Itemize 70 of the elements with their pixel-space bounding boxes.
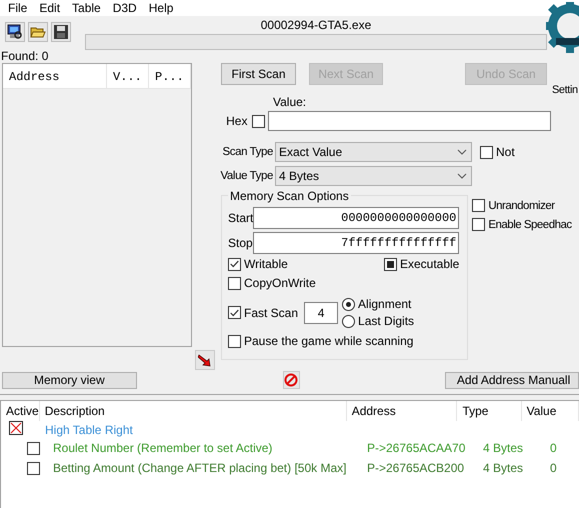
caret-icon[interactable] <box>457 149 467 155</box>
found-count: Found: 0 <box>0 50 50 63</box>
value-label: Value: <box>273 95 308 109</box>
start-field[interactable]: 0000000000000000 <box>253 207 460 229</box>
column-header[interactable]: P... <box>149 64 191 88</box>
process-title: 00002994-GTA5.exe <box>260 18 372 32</box>
process-icon[interactable] <box>5 22 25 42</box>
menu-item[interactable]: Table <box>66 1 107 15</box>
start-label: Start <box>228 211 254 225</box>
column-header[interactable]: Type <box>457 401 522 421</box>
memory-view-button[interactable]: Memory view <box>2 372 137 388</box>
value-cell-text: 0 <box>549 441 557 455</box>
not-checkbox[interactable] <box>480 146 493 158</box>
add-address-button[interactable]: Add Address Manuall <box>444 372 579 388</box>
active-checkbox[interactable] <box>27 462 40 474</box>
caret-icon[interactable] <box>457 173 467 179</box>
fast-scan-checkbox[interactable] <box>228 306 241 319</box>
group-title: Memory Scan Options <box>228 189 351 203</box>
hex-checkbox[interactable] <box>252 114 266 128</box>
stop-field[interactable]: 7fffffffffffffff <box>253 232 460 254</box>
option-checkbox[interactable] <box>472 199 486 212</box>
scan-type-label: Scan Type <box>221 146 273 158</box>
menu-item[interactable]: File <box>2 1 34 15</box>
value-cell-text: 0 <box>549 461 557 475</box>
column-header[interactable]: Description <box>40 401 347 421</box>
option-checkbox[interactable] <box>472 218 486 231</box>
radio-label: Last Digits <box>358 314 414 328</box>
not-label: Not <box>496 145 515 159</box>
value-type-label: Value Type <box>220 170 273 182</box>
save-icon[interactable] <box>51 22 71 42</box>
radio-button[interactable] <box>342 314 356 328</box>
option-label: Executable <box>400 257 460 271</box>
type-cell-text: 4 Bytes <box>482 461 524 475</box>
stop-label: Stop <box>228 236 253 250</box>
option-label: Unrandomizer <box>488 200 555 212</box>
pause-label: Pause the game while scanning <box>244 334 414 348</box>
results-list[interactable]: Address V... P... <box>2 63 192 347</box>
scan-type-dropdown[interactable]: Exact Value <box>275 142 472 162</box>
address-cell-text: P->26765ACB200 <box>366 461 466 475</box>
hex-label: Hex <box>225 114 248 128</box>
active-checkbox[interactable] <box>27 442 40 454</box>
entry-description[interactable]: Betting Amount (Change AFTER placing bet) [50k Max] <box>41 461 363 475</box>
column-header[interactable]: V... <box>107 64 149 88</box>
fast-scan-label: Fast Scan <box>244 306 298 320</box>
scan-button[interactable]: First Scan <box>221 63 296 85</box>
checkbox[interactable] <box>228 276 241 290</box>
option-label: Writable <box>244 257 288 271</box>
radio-label: Alignment <box>358 297 412 311</box>
menu-item[interactable]: Help <box>142 1 180 15</box>
checkbox[interactable] <box>384 258 397 270</box>
pause-checkbox[interactable] <box>228 334 241 348</box>
fast-scan-field[interactable]: 4 <box>304 302 338 324</box>
value-type-dropdown[interactable]: 4 Bytes <box>275 166 472 186</box>
option-label: CopyOnWrite <box>244 276 316 290</box>
column-header[interactable]: Address <box>346 401 458 421</box>
settings-label[interactable]: Settin <box>552 84 578 96</box>
menu-item[interactable]: Edit <box>33 1 66 15</box>
entry-description[interactable]: Roulet Number (Remember to set Active) <box>41 441 363 455</box>
value-field[interactable] <box>268 111 551 131</box>
type-cell-text: 4 Bytes <box>482 441 524 455</box>
option-label: Enable Speedhac <box>488 218 572 230</box>
address-cell-text: P->26765ACAA70 <box>366 441 466 455</box>
menu-item[interactable]: D3D <box>106 1 143 15</box>
checkbox[interactable] <box>228 258 241 270</box>
open-folder-icon[interactable] <box>28 22 48 42</box>
stop-icon[interactable] <box>282 371 300 389</box>
script-box-icon[interactable] <box>9 421 23 435</box>
column-header[interactable]: Value <box>522 401 579 421</box>
column-header[interactable]: Address <box>3 64 107 88</box>
radio-button[interactable] <box>342 298 356 310</box>
